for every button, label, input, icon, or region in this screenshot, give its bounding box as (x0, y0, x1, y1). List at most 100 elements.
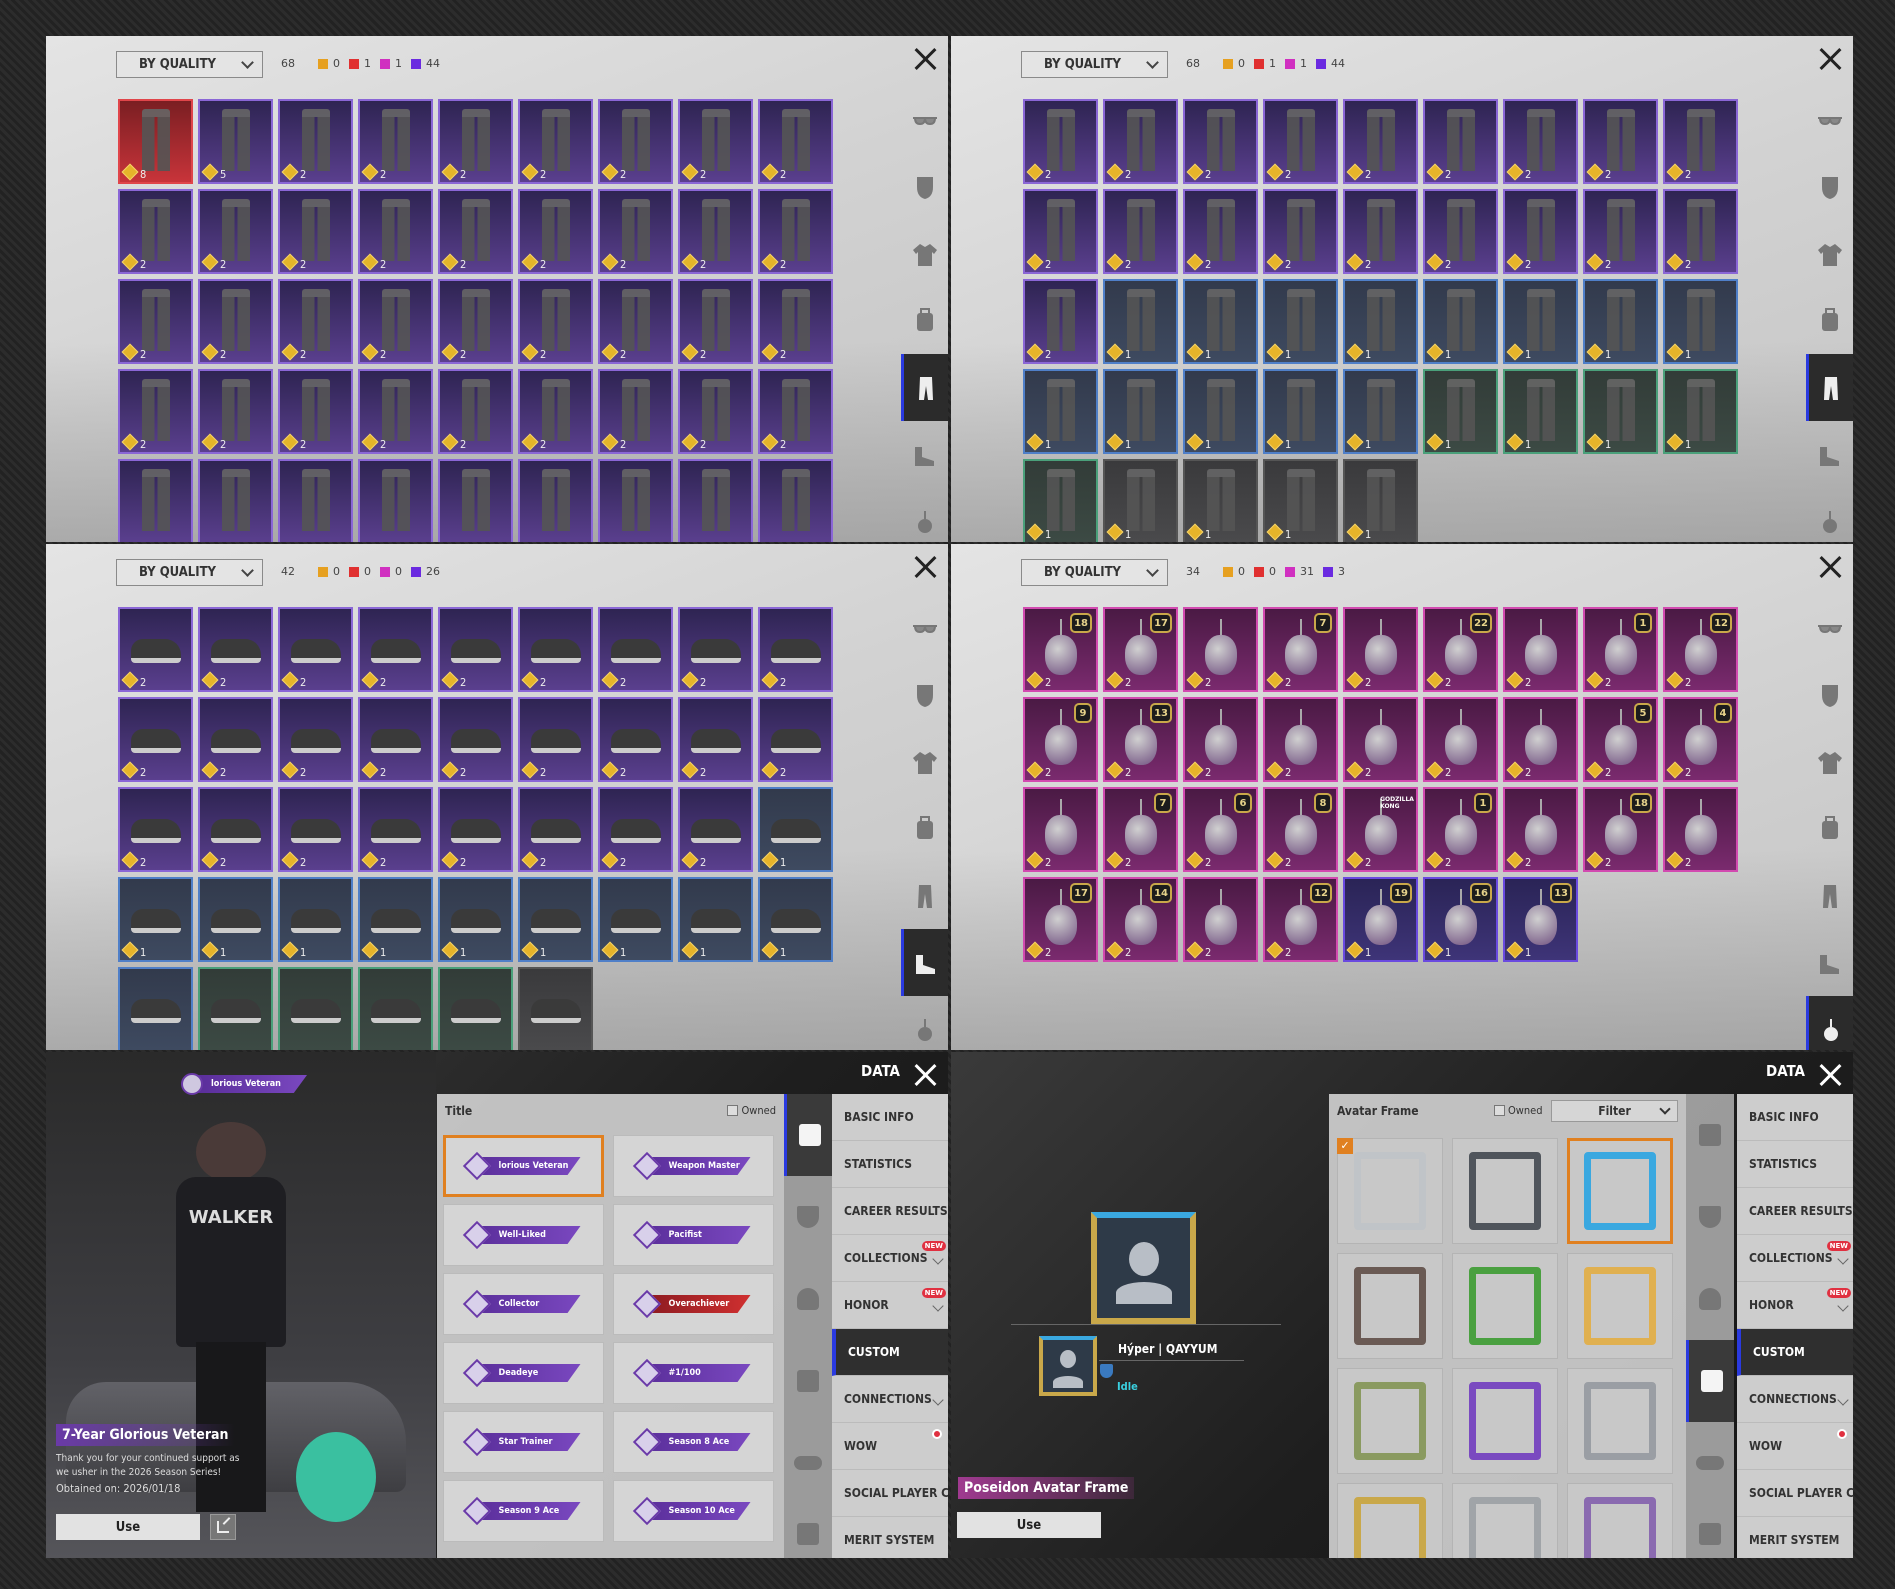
item-cell[interactable]: 1 (1343, 459, 1418, 542)
item-cell[interactable]: 2 (278, 99, 353, 184)
close-button[interactable] (910, 1060, 940, 1090)
item-cell[interactable]: 1 (518, 877, 593, 962)
title-option[interactable]: Season 10 Ace (613, 1480, 774, 1542)
item-cell[interactable] (518, 967, 593, 1050)
category-tab-shoes[interactable] (1806, 421, 1853, 488)
item-cell[interactable]: 1 (1583, 279, 1658, 364)
item-cell[interactable]: 2 (278, 279, 353, 364)
category-tab-mask[interactable] (1806, 661, 1853, 728)
item-cell[interactable]: 19 1 (1343, 877, 1418, 962)
category-tab-glasses[interactable] (1806, 86, 1853, 153)
title-option[interactable]: #1/100 (613, 1342, 774, 1404)
item-cell[interactable]: 8 (118, 99, 193, 184)
item-cell[interactable]: 2 (1423, 99, 1498, 184)
item-cell[interactable]: 1 (758, 787, 833, 872)
item-cell[interactable]: 1 (1263, 369, 1338, 454)
title-option[interactable]: Collector (443, 1273, 604, 1335)
item-cell[interactable]: 2 (598, 99, 673, 184)
item-cell[interactable]: 2 (438, 189, 513, 274)
item-cell[interactable]: 52 (1583, 697, 1658, 782)
avatar-frame-option[interactable] (1452, 1368, 1558, 1474)
avatar-frame-option[interactable] (1452, 1253, 1558, 1359)
avatar-frame-option[interactable] (1337, 1368, 1443, 1474)
item-cell[interactable]: 1 (1023, 459, 1098, 542)
item-cell[interactable]: 13 2 (1103, 697, 1178, 782)
item-cell[interactable]: 2 (678, 279, 753, 364)
share-icon[interactable] (210, 1514, 236, 1540)
item-cell[interactable]: 1 (1263, 279, 1338, 364)
item-cell[interactable]: 2 (678, 697, 753, 782)
item-cell[interactable]: 62 (1183, 787, 1258, 872)
item-cell[interactable]: 1 (1263, 459, 1338, 542)
item-cell[interactable]: 2 (1103, 189, 1178, 274)
item-cell[interactable]: 2 (278, 607, 353, 692)
item-cell[interactable]: 2 (1663, 189, 1738, 274)
category-tab-pendant[interactable] (901, 488, 948, 542)
item-cell[interactable]: 1 (1503, 279, 1578, 364)
item-cell[interactable]: 2 (518, 369, 593, 454)
category-chat-bubble[interactable] (1686, 1422, 1734, 1504)
category-tab-jacket[interactable] (901, 728, 948, 795)
sort-dropdown[interactable]: BY QUALITY (116, 51, 263, 78)
item-cell[interactable]: 2 (518, 279, 593, 364)
item-cell[interactable] (358, 459, 433, 542)
item-cell[interactable]: 2 (278, 697, 353, 782)
menu-item-connections[interactable]: CONNECTIONS (832, 1376, 948, 1423)
item-cell[interactable]: 2 (1423, 697, 1498, 782)
item-cell[interactable]: 2 (758, 189, 833, 274)
category-tab-backpack[interactable] (901, 287, 948, 354)
category-tab-glasses[interactable] (1806, 594, 1853, 661)
menu-item-wow[interactable]: WOW (1737, 1423, 1853, 1470)
title-option[interactable]: Pacifist (613, 1204, 774, 1266)
item-cell[interactable]: 2 (1663, 787, 1738, 872)
item-cell[interactable]: 2 (118, 369, 193, 454)
menu-item-basic-info[interactable]: BASIC INFO (832, 1094, 948, 1141)
item-cell[interactable]: 2 (438, 697, 513, 782)
item-cell[interactable]: 12 (1583, 607, 1658, 692)
category-tab-backpack[interactable] (1806, 287, 1853, 354)
item-cell[interactable]: 2 (358, 279, 433, 364)
item-cell[interactable]: 2 (1263, 99, 1338, 184)
category-tab-shoes[interactable] (901, 421, 948, 488)
use-title-button[interactable]: Use (56, 1514, 200, 1540)
item-cell[interactable]: 2 (678, 99, 753, 184)
category-tab-mask[interactable] (901, 153, 948, 220)
avatar-frame-option[interactable] (1567, 1253, 1673, 1359)
close-button[interactable] (910, 552, 940, 582)
item-cell[interactable]: 2 (118, 697, 193, 782)
item-cell[interactable]: 1 (1103, 369, 1178, 454)
sort-dropdown[interactable]: BY QUALITY (116, 559, 263, 586)
close-button[interactable] (910, 44, 940, 74)
item-cell[interactable]: 2 (118, 279, 193, 364)
item-cell[interactable]: 72 (1263, 607, 1338, 692)
item-cell[interactable]: 2 (278, 189, 353, 274)
item-cell[interactable]: 2 (358, 697, 433, 782)
item-cell[interactable] (198, 459, 273, 542)
menu-item-basic-info[interactable]: BASIC INFO (1737, 1094, 1853, 1141)
item-cell[interactable] (198, 967, 273, 1050)
item-cell[interactable] (518, 459, 593, 542)
item-cell[interactable]: 18 2 (1023, 607, 1098, 692)
title-option[interactable]: Well-Liked (443, 1204, 604, 1266)
category-title[interactable] (1686, 1094, 1734, 1176)
menu-item-social-player-card[interactable]: SOCIAL PLAYER CARD (832, 1470, 948, 1517)
item-cell[interactable]: 14 2 (1103, 877, 1178, 962)
item-cell[interactable]: 2 (598, 607, 673, 692)
category-tab-glasses[interactable] (901, 594, 948, 661)
item-cell[interactable]: 1 (1423, 369, 1498, 454)
menu-item-merit-system[interactable]: MERIT SYSTEM (832, 1517, 948, 1558)
use-frame-button[interactable]: Use (957, 1512, 1101, 1538)
item-cell[interactable]: 1 (438, 877, 513, 962)
item-cell[interactable]: 2 (1023, 189, 1098, 274)
title-option[interactable]: Weapon Master (613, 1135, 774, 1197)
item-cell[interactable]: 2 (1023, 787, 1098, 872)
category-avatar[interactable] (1686, 1258, 1734, 1340)
item-cell[interactable]: 2 (1503, 189, 1578, 274)
menu-item-honor[interactable]: HONOR NEW (1737, 1282, 1853, 1329)
item-cell[interactable]: 2 (1583, 99, 1658, 184)
item-cell[interactable]: 2 (758, 369, 833, 454)
menu-item-statistics[interactable]: STATISTICS (832, 1141, 948, 1188)
avatar-frame-option[interactable] (1567, 1138, 1673, 1244)
category-nameplate[interactable] (1686, 1504, 1734, 1558)
item-cell[interactable]: 16 1 (1423, 877, 1498, 962)
